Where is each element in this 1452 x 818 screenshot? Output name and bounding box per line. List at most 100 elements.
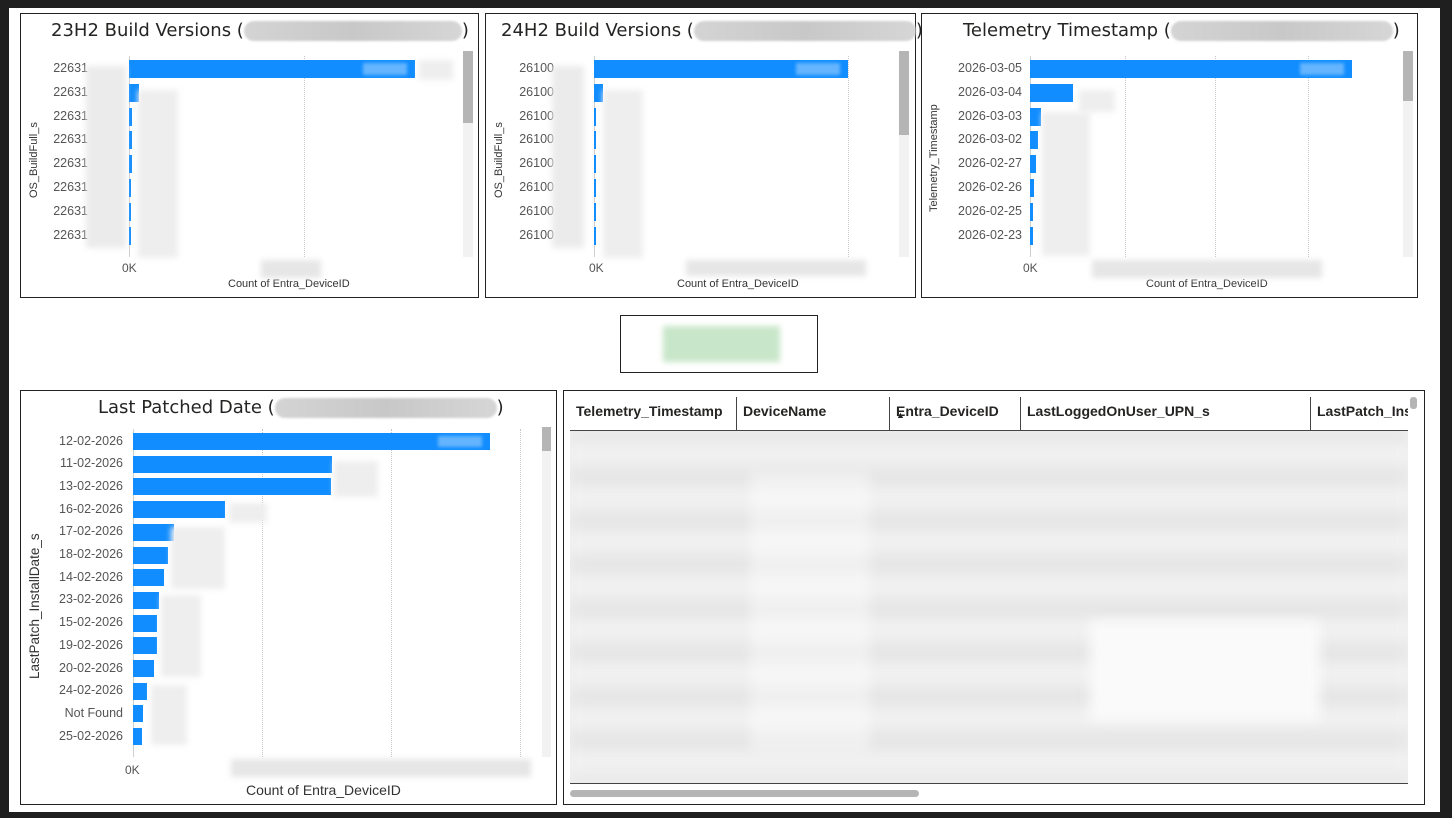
plot-area: 2026-03-05 2026-03-04 2026-03-03 2026-03-02… — [922, 14, 1417, 297]
horizontal-scrollbar-thumb[interactable] — [570, 790, 919, 797]
column-header-entra-deviceid[interactable]: Entra_DeviceID ▲ — [890, 397, 1021, 431]
bar[interactable] — [129, 202, 131, 221]
redacted-data-labels — [1079, 90, 1115, 112]
chart-telemetry-timestamp[interactable]: Telemetry Timestamp () Telemetry_Timesta… — [921, 13, 1418, 298]
bar[interactable] — [129, 155, 132, 174]
redacted-data-label — [363, 63, 407, 75]
y-tick-label: 26100 — [519, 180, 554, 194]
y-tick-label: 22631 — [53, 108, 88, 123]
y-tick-label: 26100 — [519, 227, 554, 242]
y-tick-label: 26100 — [519, 108, 554, 123]
y-tick-label: 25-02-2026 — [59, 728, 123, 743]
y-tick-label: 22631 — [53, 84, 88, 99]
redacted-data-labels — [138, 90, 178, 258]
y-tick-label: 26100 — [519, 84, 554, 99]
bar[interactable] — [129, 226, 131, 245]
vertical-scrollbar-thumb[interactable] — [1410, 397, 1417, 409]
bar[interactable] — [594, 131, 596, 150]
redacted-category-suffix — [86, 66, 126, 248]
y-tick-label: 14-02-2026 — [59, 569, 123, 584]
table-header: Telemetry_Timestamp DeviceName Entra_Dev… — [570, 397, 1408, 431]
y-tick-label: 26100 — [519, 61, 554, 75]
redacted-data-label — [796, 63, 840, 75]
bar[interactable] — [133, 433, 490, 450]
chart-24h2-build-versions[interactable]: 24H2 Build Versions () OS_BuildFull_s Co… — [485, 13, 923, 298]
bar[interactable] — [133, 501, 226, 519]
bar[interactable] — [594, 107, 597, 126]
chart-last-patched-date[interactable]: Last Patched Date () LastPatch_InstallDa… — [20, 390, 557, 805]
bar[interactable] — [594, 202, 596, 221]
bar[interactable] — [129, 179, 132, 197]
y-tick-label: 26100 — [519, 203, 554, 218]
y-tick-label: 2026-02-23 — [958, 227, 1022, 242]
plot-area: 12-02-2026 11-02-2026 13-02-2026 16-02-2026… — [21, 391, 556, 804]
y-tick-label: 22631 — [53, 156, 88, 171]
bar[interactable] — [1030, 107, 1042, 126]
bar[interactable] — [594, 179, 596, 197]
bar[interactable] — [594, 155, 596, 174]
y-tick-label: 22631 — [53, 61, 88, 75]
bar[interactable] — [1030, 83, 1074, 102]
y-tick-label: Not Found — [64, 705, 123, 720]
y-tick-label: 2026-03-05 — [958, 61, 1022, 75]
bar[interactable] — [129, 107, 133, 126]
device-details-table[interactable]: Telemetry_Timestamp DeviceName Entra_Dev… — [563, 390, 1425, 805]
y-tick-label: 2026-03-02 — [958, 132, 1022, 147]
bar[interactable] — [1030, 179, 1034, 197]
x-gridline — [304, 56, 305, 257]
bar[interactable] — [133, 546, 168, 564]
column-header-lastpatch-installdate[interactable]: LastPatch_Ins — [1311, 397, 1408, 431]
bar[interactable] — [133, 478, 332, 496]
redacted-data-labels — [334, 461, 378, 497]
y-tick-label: 2026-03-03 — [958, 108, 1022, 123]
bar[interactable] — [1030, 131, 1039, 150]
bar[interactable] — [594, 226, 596, 245]
bar[interactable] — [133, 569, 165, 587]
sort-ascending-icon[interactable]: ▲ — [896, 410, 905, 420]
y-tick-label: 12-02-2026 — [59, 433, 123, 448]
bar[interactable] — [594, 83, 603, 102]
y-tick-label: 22631 — [53, 132, 88, 147]
chart-23h2-build-versions[interactable]: 23H2 Build Versions () OS_BuildFull_s Co… — [20, 13, 479, 298]
bar[interactable] — [1030, 155, 1036, 174]
redacted-category-suffix — [552, 66, 584, 248]
y-tick-label: 22631 — [53, 180, 88, 194]
plot-area: 26100 26100 26100 26100 26100 26100 26100 26100 — [486, 14, 915, 297]
redacted-data-labels — [1042, 112, 1090, 256]
bar[interactable] — [133, 455, 332, 473]
bar[interactable] — [129, 131, 132, 150]
bar[interactable] — [133, 591, 160, 609]
y-tick-label: 13-02-2026 — [59, 478, 123, 493]
y-tick-label: 2026-02-27 — [958, 156, 1022, 171]
bar[interactable] — [133, 660, 154, 677]
redacted-card-value — [663, 326, 780, 362]
y-tick-label: 22631 — [53, 227, 88, 242]
x-gridline — [1125, 56, 1126, 257]
kpi-card[interactable] — [620, 315, 818, 373]
column-header-devicename[interactable]: DeviceName — [737, 397, 890, 431]
column-header-lastloggedonuser-upn[interactable]: LastLoggedOnUser_UPN_s — [1021, 397, 1311, 431]
redacted-data-label — [1300, 63, 1344, 75]
table-body-redacted — [570, 431, 1408, 783]
bar[interactable] — [133, 682, 148, 700]
bar[interactable] — [133, 705, 143, 723]
y-tick-label: 18-02-2026 — [59, 547, 123, 561]
redacted-data-labels — [161, 595, 201, 677]
y-tick-label: 22631 — [53, 203, 88, 218]
column-header-telemetry-timestamp[interactable]: Telemetry_Timestamp — [570, 397, 737, 431]
bar[interactable] — [133, 637, 157, 655]
y-tick-label: 23-02-2026 — [59, 592, 123, 607]
bar[interactable] — [133, 523, 174, 541]
y-tick-label: 2026-03-04 — [958, 84, 1022, 99]
y-tick-label: 2026-02-25 — [958, 203, 1022, 218]
redacted-data-labels — [151, 685, 187, 745]
bar[interactable] — [133, 614, 157, 632]
x-gridline — [1215, 56, 1216, 257]
bar[interactable] — [133, 728, 143, 746]
redacted-data-labels — [603, 90, 643, 258]
bar[interactable] — [1030, 202, 1034, 221]
redacted-data-labels — [419, 60, 453, 80]
bar[interactable] — [1030, 226, 1033, 245]
y-tick-label: 24-02-2026 — [59, 683, 123, 698]
y-tick-label: 26100 — [519, 156, 554, 171]
